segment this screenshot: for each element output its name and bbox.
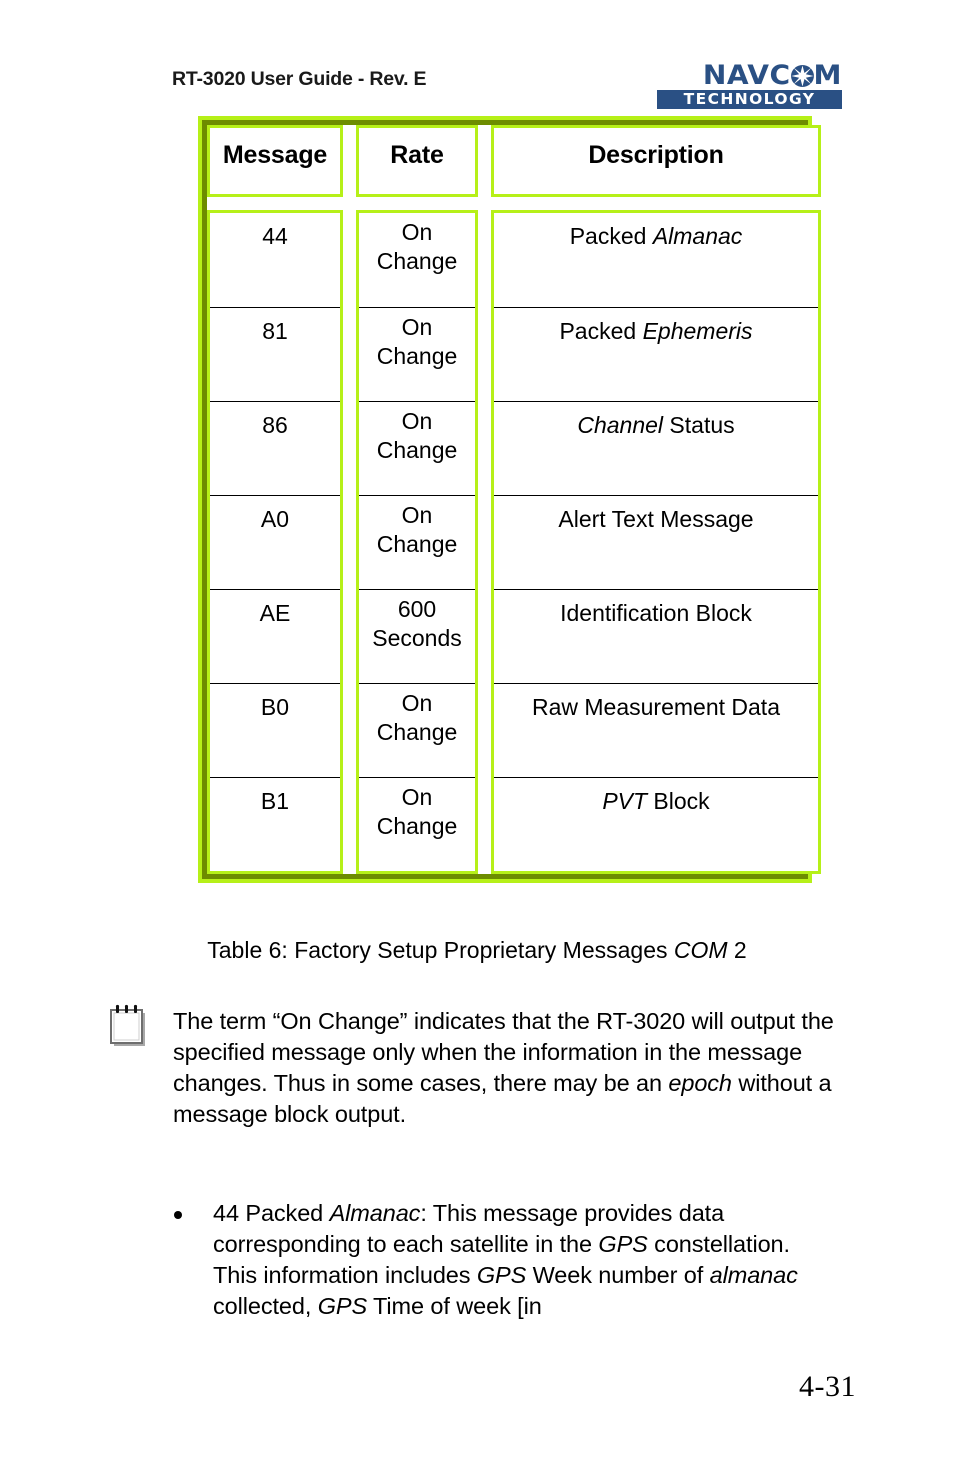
bullet-list: 44 Packed Almanac: This message provides… [108, 1198, 838, 1322]
logo-wordmark: NAVC M [650, 62, 842, 89]
table-row: A0 [210, 494, 340, 589]
cell-rate: 600 Seconds [359, 588, 475, 683]
logo-name-part1: NAVC [702, 60, 791, 91]
table-body-band: 44 81 86 A0 AE B0 B1 On Change On Change… [207, 210, 821, 874]
body-panel-message: 44 81 86 A0 AE B0 B1 [207, 210, 343, 874]
table-row: AE [210, 588, 340, 683]
table-row: On Change [359, 213, 475, 307]
column-header-rate: Rate [356, 125, 478, 197]
notepad-icon [108, 1004, 152, 1050]
cell-rate: On Change [359, 213, 475, 307]
page-header: RT-3020 User Guide - Rev. E NAVC M TECHNO… [172, 62, 842, 110]
factory-setup-messages-table: Message Rate Description 44 81 86 A0 AE … [198, 116, 821, 883]
cell-description: Packed Ephemeris [494, 306, 818, 401]
rate-column: On Change On Change On Change On Change 600 S… [359, 213, 475, 871]
cell-description: Alert Text Message [494, 494, 818, 589]
cell-rate: On Change [359, 682, 475, 777]
table-row: On Change [359, 682, 475, 777]
table-row: PVT Block [494, 776, 818, 871]
cell-message: B0 [210, 682, 340, 777]
cell-rate: On Change [359, 400, 475, 495]
cell-message: B1 [210, 776, 340, 871]
cell-description: PVT Block [494, 776, 818, 871]
body-gap-2 [478, 210, 491, 874]
table-row: On Change [359, 776, 475, 871]
star-burst-icon [790, 64, 815, 88]
table-row: 81 [210, 306, 340, 401]
body-panel-description: Packed Almanac Packed Ephemeris Channel … [491, 210, 821, 874]
table-row: Identification Block [494, 588, 818, 683]
table-header-band: Message Rate Description [207, 125, 821, 210]
description-column: Packed Almanac Packed Ephemeris Channel … [494, 213, 818, 871]
table-row: On Change [359, 306, 475, 401]
header-gap-2 [478, 125, 491, 197]
note-text: The term “On Change” indicates that the … [173, 1006, 838, 1130]
separator-band [207, 197, 821, 210]
body-panel-rate-wrap: On Change On Change On Change On Change 600 S… [356, 210, 478, 874]
body-panel-message-wrap: 44 81 86 A0 AE B0 B1 [207, 210, 343, 874]
caption-suffix: 2 [727, 937, 747, 963]
bullet-dot-icon [174, 1211, 182, 1219]
cell-description: Packed Almanac [494, 213, 818, 307]
body-gap-1 [343, 210, 356, 874]
navcom-logo: NAVC M TECHNOLOGY [657, 62, 842, 109]
table-row: Alert Text Message [494, 494, 818, 589]
cell-rate: On Change [359, 776, 475, 871]
cell-rate: On Change [359, 306, 475, 401]
cell-message: A0 [210, 494, 340, 589]
cell-message: 44 [210, 213, 340, 307]
table-row: 44 [210, 213, 340, 307]
logo-tagline: TECHNOLOGY [657, 90, 842, 109]
table-outer-frame: Message Rate Description 44 81 86 A0 AE … [198, 116, 821, 883]
table-header-row: Message Rate Description [207, 125, 821, 197]
header-body-separator [207, 197, 821, 210]
cell-message: 86 [210, 400, 340, 495]
caption-italic: COM [673, 937, 728, 963]
cell-description: Channel Status [494, 400, 818, 495]
body-panel-description-wrap: Packed Almanac Packed Ephemeris Channel … [491, 210, 821, 874]
cell-rate: On Change [359, 494, 475, 589]
column-header-message: Message [207, 125, 343, 197]
table-row: B0 [210, 682, 340, 777]
header-gap-1 [343, 125, 356, 197]
table-row: Raw Measurement Data [494, 682, 818, 777]
document-title: RT-3020 User Guide - Rev. E [172, 68, 427, 90]
table-row: Channel Status [494, 400, 818, 495]
list-item: 44 Packed Almanac: This message provides… [108, 1198, 838, 1322]
logo-name-part2: M [813, 60, 842, 91]
body-panel-rate: On Change On Change On Change On Change 600 S… [356, 210, 478, 874]
column-header-description: Description [491, 125, 821, 197]
table-row: 600 Seconds [359, 588, 475, 683]
bullet-text: 44 Packed Almanac: This message provides… [213, 1200, 798, 1319]
table-row: B1 [210, 776, 340, 871]
table-row: 86 [210, 400, 340, 495]
table-row: Packed Almanac [494, 213, 818, 307]
caption-prefix: Table 6: Factory Setup Proprietary Messa… [207, 937, 674, 963]
table-row: Packed Ephemeris [494, 306, 818, 401]
cell-description: Raw Measurement Data [494, 682, 818, 777]
page-number: 4-31 [799, 1370, 856, 1403]
table-caption: Table 6: Factory Setup Proprietary Messa… [0, 935, 954, 965]
table-row: On Change [359, 400, 475, 495]
cell-description: Identification Block [494, 588, 818, 683]
cell-message: 81 [210, 306, 340, 401]
message-column: 44 81 86 A0 AE B0 B1 [210, 213, 340, 871]
cell-message: AE [210, 588, 340, 683]
table-row: On Change [359, 494, 475, 589]
note-italic-epoch: epoch [668, 1070, 732, 1096]
